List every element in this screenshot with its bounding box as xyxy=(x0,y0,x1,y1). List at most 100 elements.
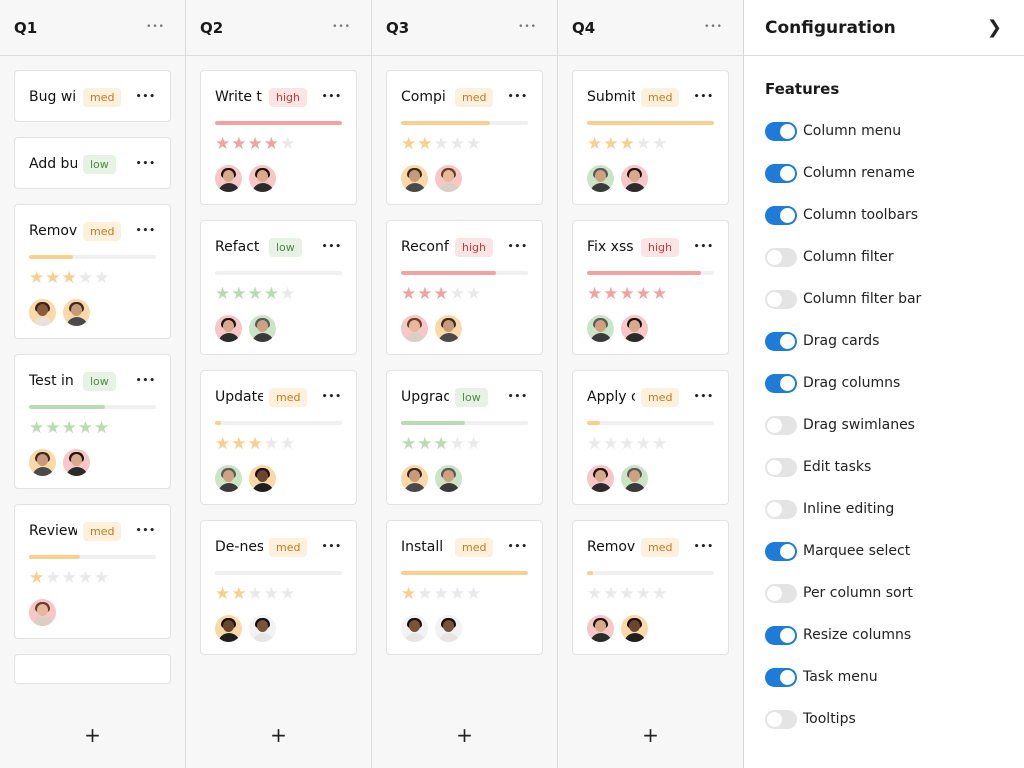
feature-toggle-row[interactable]: Column filter bar xyxy=(765,278,1024,320)
star-icon[interactable]: ★ xyxy=(587,585,602,603)
star-icon[interactable]: ★ xyxy=(215,435,230,453)
star-icon[interactable]: ★ xyxy=(636,135,651,153)
task-card[interactable]: Apply c med ••• ★ ★ ★ ★ ★ xyxy=(572,370,729,505)
task-card[interactable]: Remov med ••• ★ ★ ★ ★ ★ xyxy=(14,204,171,339)
chevron-right-icon[interactable]: ❯ xyxy=(987,17,1002,38)
star-icon[interactable]: ★ xyxy=(280,135,295,153)
star-icon[interactable]: ★ xyxy=(78,419,93,437)
star-icon[interactable]: ★ xyxy=(94,569,109,587)
star-icon[interactable]: ★ xyxy=(620,135,635,153)
task-card[interactable] xyxy=(14,654,171,684)
plus-icon[interactable]: + xyxy=(456,725,473,745)
star-icon[interactable]: ★ xyxy=(636,285,651,303)
more-horizontal-icon[interactable]: ••• xyxy=(322,242,342,252)
star-icon[interactable]: ★ xyxy=(450,135,465,153)
more-horizontal-icon[interactable]: ••• xyxy=(136,92,156,102)
star-icon[interactable]: ★ xyxy=(62,569,77,587)
more-horizontal-icon[interactable]: ••• xyxy=(146,23,165,32)
star-icon[interactable]: ★ xyxy=(636,585,651,603)
more-horizontal-icon[interactable]: ••• xyxy=(704,23,723,32)
star-rating[interactable]: ★ ★ ★ ★ ★ xyxy=(401,135,528,153)
star-icon[interactable]: ★ xyxy=(248,285,263,303)
avatar[interactable] xyxy=(435,165,462,192)
star-icon[interactable]: ★ xyxy=(29,569,44,587)
avatar[interactable] xyxy=(215,315,242,342)
star-rating[interactable]: ★ ★ ★ ★ ★ xyxy=(401,585,528,603)
feature-toggle-row[interactable]: Column toolbars xyxy=(765,194,1024,236)
avatar[interactable] xyxy=(401,615,428,642)
more-horizontal-icon[interactable]: ••• xyxy=(518,23,537,32)
star-icon[interactable]: ★ xyxy=(603,585,618,603)
feature-toggle-row[interactable]: Drag columns xyxy=(765,362,1024,404)
star-icon[interactable]: ★ xyxy=(434,135,449,153)
toggle-switch[interactable] xyxy=(765,289,797,309)
star-rating[interactable]: ★ ★ ★ ★ ★ xyxy=(215,585,342,603)
more-horizontal-icon[interactable]: ••• xyxy=(136,226,156,236)
star-rating[interactable]: ★ ★ ★ ★ ★ xyxy=(215,435,342,453)
star-rating[interactable]: ★ ★ ★ ★ ★ xyxy=(587,285,714,303)
avatar[interactable] xyxy=(63,449,90,476)
star-icon[interactable]: ★ xyxy=(450,285,465,303)
toggle-switch[interactable] xyxy=(765,205,797,225)
star-icon[interactable]: ★ xyxy=(94,419,109,437)
star-icon[interactable]: ★ xyxy=(264,435,279,453)
star-icon[interactable]: ★ xyxy=(45,269,60,287)
avatar[interactable] xyxy=(587,315,614,342)
toggle-switch[interactable] xyxy=(765,247,797,267)
avatar[interactable] xyxy=(249,615,276,642)
avatar[interactable] xyxy=(587,615,614,642)
star-rating[interactable]: ★ ★ ★ ★ ★ xyxy=(29,269,156,287)
avatar[interactable] xyxy=(249,315,276,342)
task-card[interactable]: Write t high ••• ★ ★ ★ ★ ★ xyxy=(200,70,357,205)
avatar[interactable] xyxy=(215,465,242,492)
star-icon[interactable]: ★ xyxy=(62,419,77,437)
column-title[interactable]: Q2 xyxy=(200,19,223,37)
star-icon[interactable]: ★ xyxy=(231,435,246,453)
toggle-switch[interactable] xyxy=(765,121,797,141)
star-icon[interactable]: ★ xyxy=(215,585,230,603)
toggle-switch[interactable] xyxy=(765,709,797,729)
avatar[interactable] xyxy=(401,315,428,342)
star-icon[interactable]: ★ xyxy=(434,435,449,453)
star-icon[interactable]: ★ xyxy=(434,585,449,603)
task-card[interactable]: Add bu low ••• xyxy=(14,137,171,189)
star-icon[interactable]: ★ xyxy=(45,569,60,587)
feature-toggle-row[interactable]: Marquee select xyxy=(765,530,1024,572)
feature-toggle-row[interactable]: Drag swimlanes xyxy=(765,404,1024,446)
star-icon[interactable]: ★ xyxy=(417,585,432,603)
star-rating[interactable]: ★ ★ ★ ★ ★ xyxy=(29,569,156,587)
star-icon[interactable]: ★ xyxy=(29,269,44,287)
star-icon[interactable]: ★ xyxy=(231,285,246,303)
star-rating[interactable]: ★ ★ ★ ★ ★ xyxy=(587,435,714,453)
star-rating[interactable]: ★ ★ ★ ★ ★ xyxy=(587,135,714,153)
star-icon[interactable]: ★ xyxy=(652,135,667,153)
star-icon[interactable]: ★ xyxy=(215,285,230,303)
avatar[interactable] xyxy=(587,165,614,192)
toggle-switch[interactable] xyxy=(765,331,797,351)
star-icon[interactable]: ★ xyxy=(264,135,279,153)
feature-toggle-row[interactable]: Tooltips xyxy=(765,698,1024,740)
more-horizontal-icon[interactable]: ••• xyxy=(508,392,528,402)
avatar[interactable] xyxy=(621,465,648,492)
star-icon[interactable]: ★ xyxy=(652,585,667,603)
more-horizontal-icon[interactable]: ••• xyxy=(508,542,528,552)
star-icon[interactable]: ★ xyxy=(280,585,295,603)
star-icon[interactable]: ★ xyxy=(587,435,602,453)
avatar[interactable] xyxy=(215,165,242,192)
star-icon[interactable]: ★ xyxy=(248,435,263,453)
feature-toggle-row[interactable]: Resize columns xyxy=(765,614,1024,656)
feature-toggle-row[interactable]: Inline editing xyxy=(765,488,1024,530)
column-title[interactable]: Q1 xyxy=(14,19,37,37)
star-icon[interactable]: ★ xyxy=(652,435,667,453)
more-horizontal-icon[interactable]: ••• xyxy=(136,159,156,169)
star-icon[interactable]: ★ xyxy=(603,285,618,303)
avatar[interactable] xyxy=(401,165,428,192)
task-card[interactable]: Bug wi med ••• xyxy=(14,70,171,122)
task-card[interactable]: Test in low ••• ★ ★ ★ ★ ★ xyxy=(14,354,171,489)
toggle-switch[interactable] xyxy=(765,541,797,561)
star-icon[interactable]: ★ xyxy=(78,269,93,287)
more-horizontal-icon[interactable]: ••• xyxy=(322,542,342,552)
star-icon[interactable]: ★ xyxy=(401,285,416,303)
avatar[interactable] xyxy=(401,465,428,492)
star-icon[interactable]: ★ xyxy=(620,585,635,603)
